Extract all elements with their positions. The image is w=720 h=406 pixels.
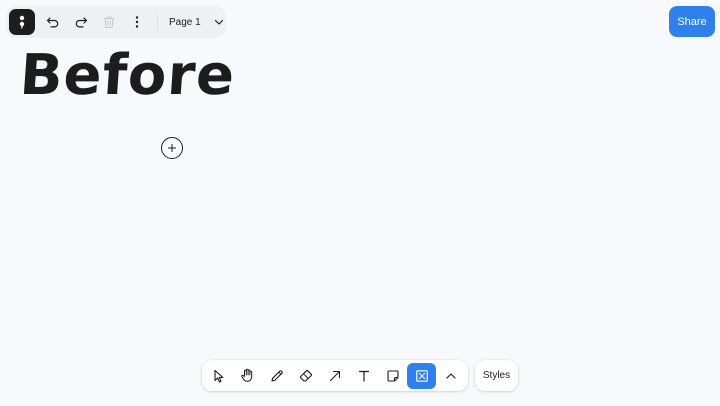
tool-text[interactable] — [349, 363, 378, 389]
tool-hand[interactable] — [233, 363, 262, 389]
undo-button[interactable] — [39, 8, 67, 36]
topbar-divider — [157, 13, 158, 31]
main-menu-icon — [19, 15, 25, 29]
tool-select[interactable] — [204, 363, 233, 389]
canvas-text-shape[interactable]: Before — [17, 40, 238, 112]
tool-draw[interactable] — [262, 363, 291, 389]
redo-icon — [75, 17, 88, 28]
main-menu-button[interactable] — [9, 9, 35, 35]
page-selector[interactable]: Page 1 — [164, 8, 230, 36]
tool-eraser[interactable] — [291, 363, 320, 389]
text-icon — [358, 370, 369, 382]
pencil-icon — [270, 369, 283, 382]
tool-note[interactable] — [378, 363, 407, 389]
chevron-up-icon — [445, 372, 456, 379]
tool-more[interactable] — [436, 363, 465, 389]
trash-icon — [103, 16, 115, 29]
redo-button[interactable] — [67, 8, 95, 36]
sticky-note-icon — [386, 369, 399, 382]
frame-icon — [415, 369, 428, 382]
more-options-button[interactable] — [123, 8, 151, 36]
styles-button[interactable]: Styles — [475, 360, 518, 391]
tool-arrow[interactable] — [320, 363, 349, 389]
bottom-toolbar — [202, 360, 468, 391]
eraser-icon — [299, 369, 312, 382]
pointer-icon — [213, 369, 223, 383]
undo-icon — [46, 17, 59, 28]
share-button[interactable]: Share — [669, 6, 715, 37]
top-menu-bar: Page 1 — [6, 6, 226, 38]
arrow-icon — [329, 370, 340, 381]
delete-button[interactable] — [95, 8, 123, 36]
page-label: Page 1 — [169, 16, 201, 28]
more-vertical-icon — [135, 16, 139, 28]
tool-frame[interactable] — [407, 362, 436, 389]
chevron-down-icon — [214, 19, 223, 25]
crosshair-plus-icon — [161, 137, 183, 159]
hand-icon — [241, 368, 253, 382]
